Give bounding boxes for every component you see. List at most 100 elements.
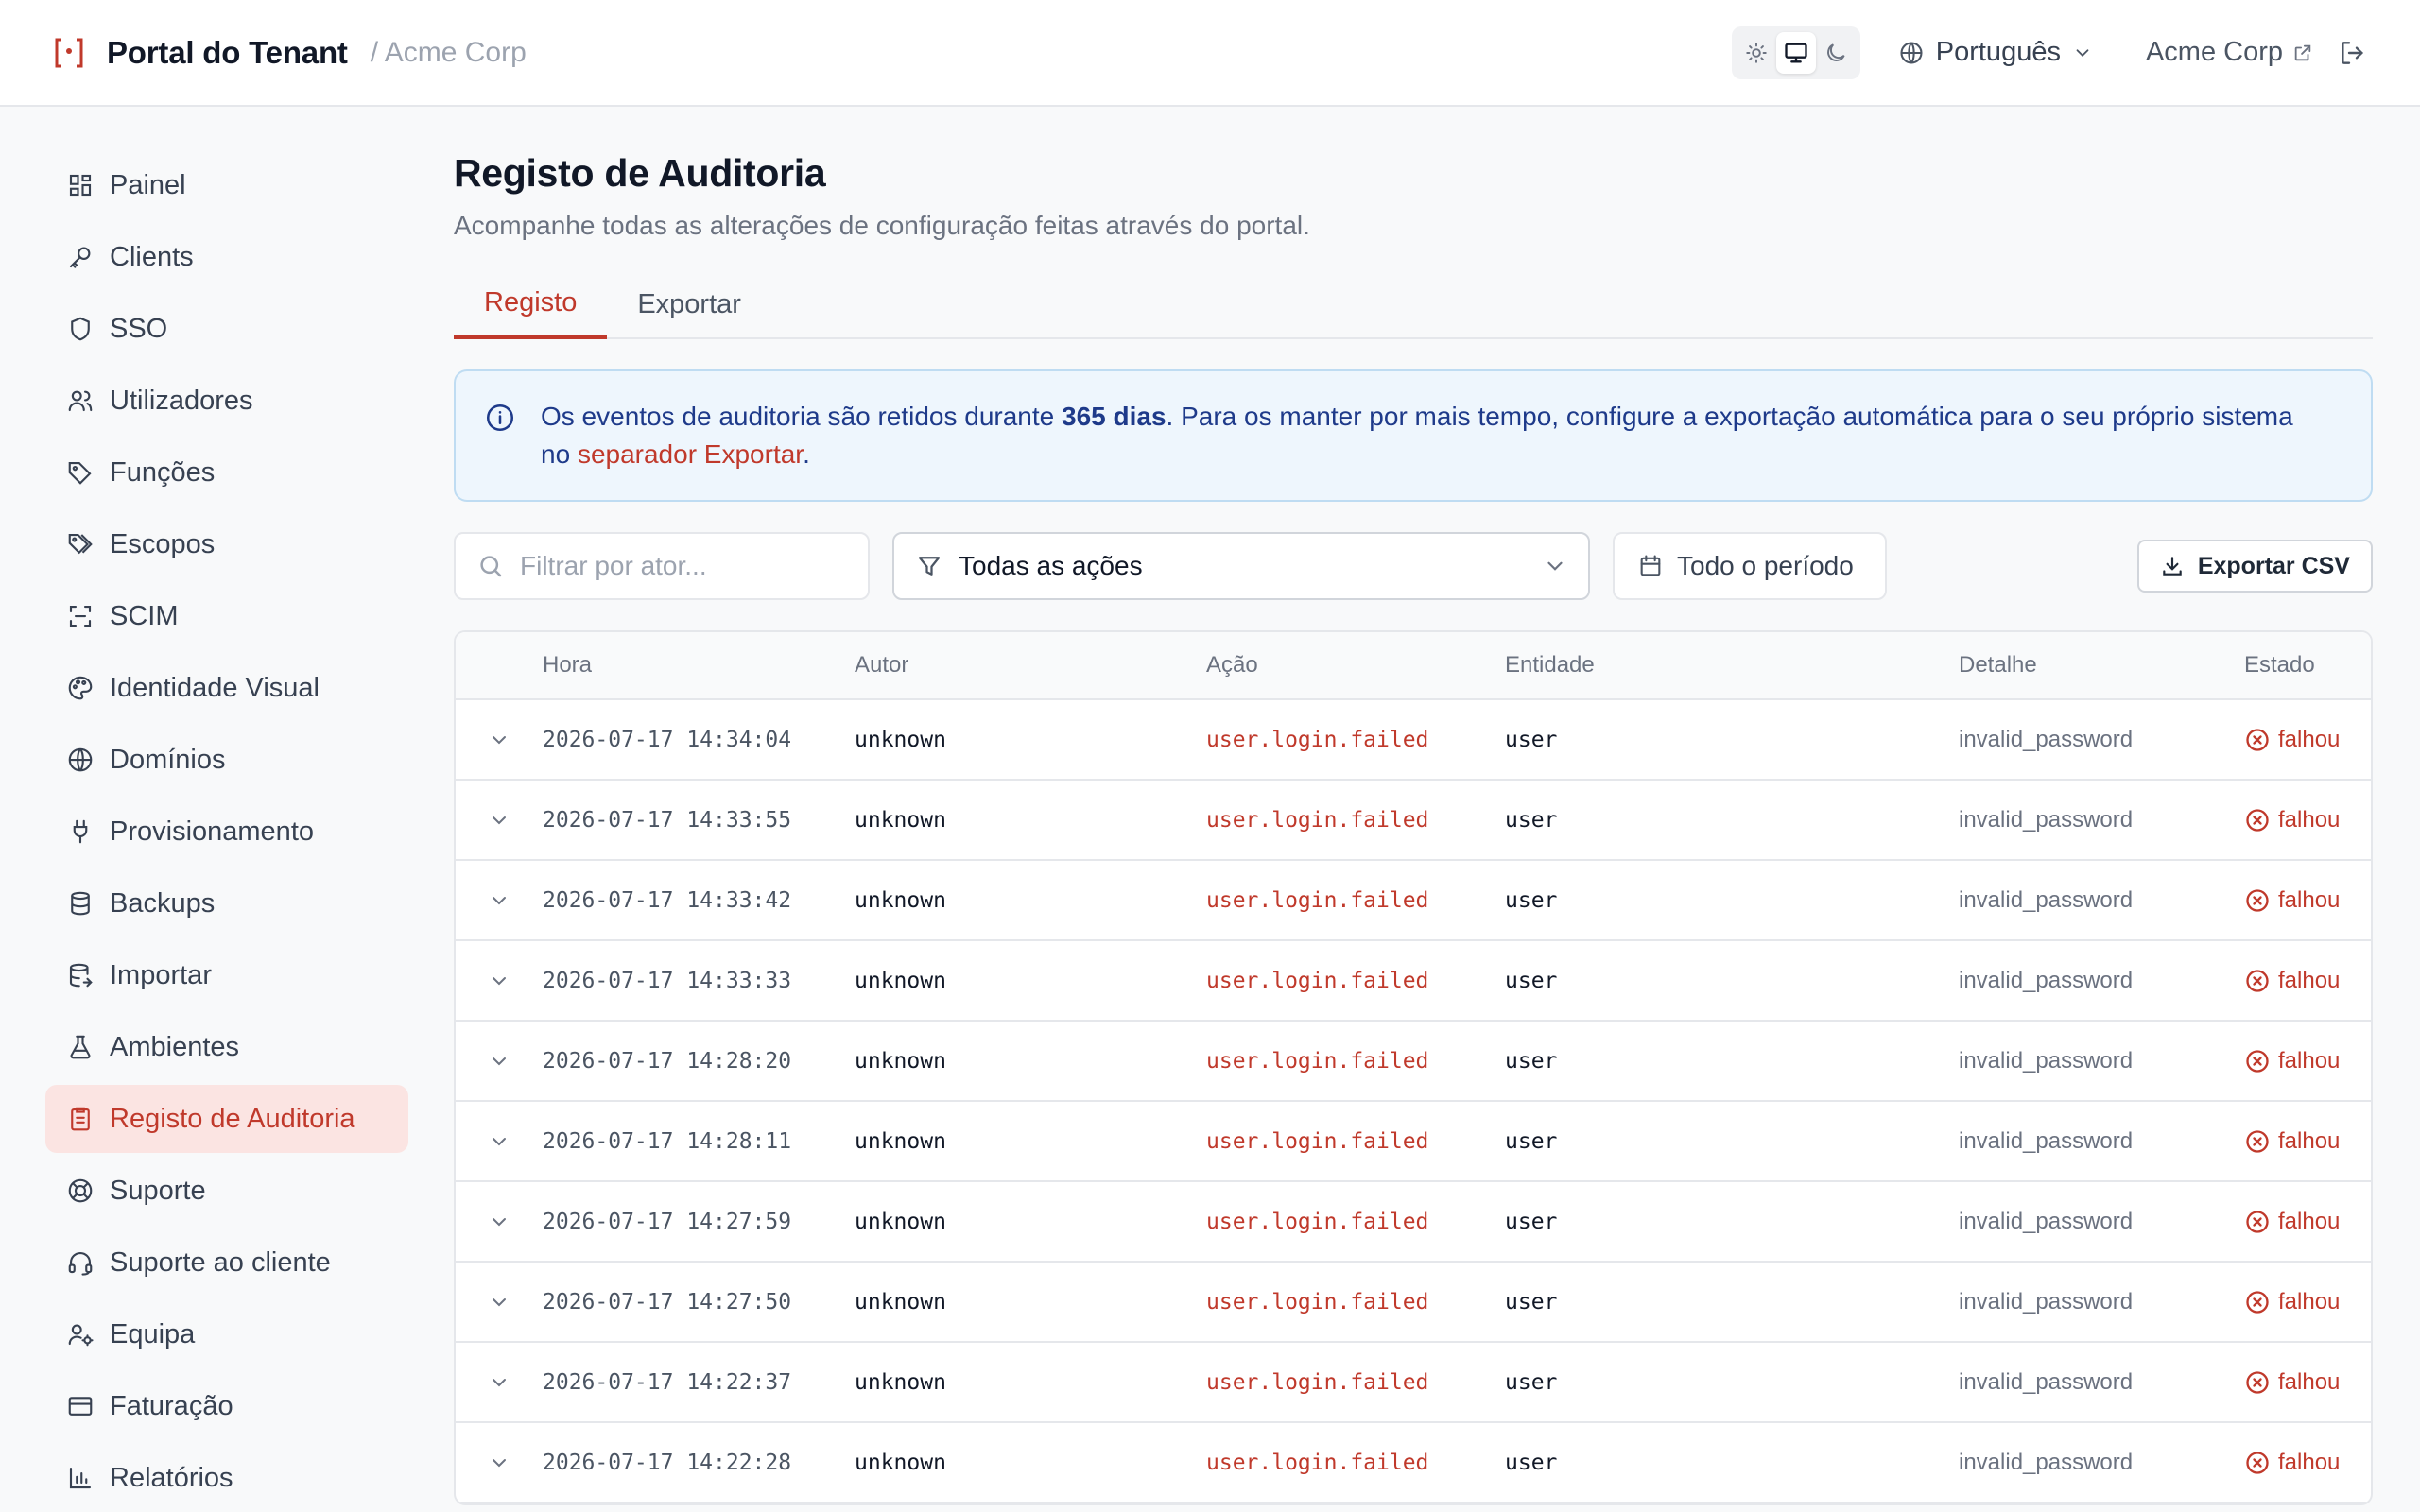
expand-row-button[interactable] — [456, 809, 543, 832]
expand-row-button[interactable] — [456, 970, 543, 992]
sidebar-item-painel[interactable]: Painel — [45, 151, 408, 219]
table-row[interactable]: 2026-07-17 14:28:20 unknown user.login.fai… — [456, 1022, 2371, 1102]
sidebar-item-suporte-cliente[interactable]: Suporte ao cliente — [45, 1228, 408, 1297]
x-circle-icon — [2246, 888, 2269, 912]
table-row[interactable]: 2026-07-17 14:28:11 unknown user.login.fai… — [456, 1102, 2371, 1182]
column-header-autor[interactable]: Autor — [855, 652, 1206, 679]
chevron-down-icon — [1547, 561, 1563, 571]
sidebar-item-scim[interactable]: SCIM — [45, 582, 408, 650]
theme-light-button[interactable] — [1737, 32, 1776, 74]
brand-title[interactable]: Portal do Tenant — [107, 35, 348, 71]
table-row[interactable]: 2026-07-17 14:34:04 unknown user.login.fai… — [456, 700, 2371, 781]
sidebar-item-funcoes[interactable]: Funções — [45, 438, 408, 507]
chevron-down-icon — [2076, 48, 2089, 57]
sidebar-item-label: Faturação — [110, 1390, 233, 1421]
status-label: falhou — [2278, 806, 2341, 833]
period-filter-button[interactable]: Todo o período — [1613, 532, 1887, 600]
table-row[interactable]: 2026-07-17 14:33:55 unknown user.login.fai… — [456, 781, 2371, 861]
cell-action: user.login.failed — [1206, 1450, 1429, 1475]
column-header-entidade[interactable]: Entidade — [1505, 652, 1959, 679]
column-header-acao[interactable]: Ação — [1206, 652, 1505, 679]
sidebar-item-sso[interactable]: SSO — [45, 295, 408, 363]
user-gear-icon — [68, 1324, 94, 1347]
table-row[interactable]: 2026-07-17 14:27:50 unknown user.login.fai… — [456, 1263, 2371, 1343]
cell-detail: invalid_password — [1959, 806, 2134, 833]
language-selector[interactable]: Português — [1898, 37, 2104, 68]
export-tab-link[interactable]: separador Exportar — [578, 439, 803, 469]
status-label: falhou — [2278, 1288, 2341, 1314]
sidebar-item-utilizadores[interactable]: Utilizadores — [45, 367, 408, 435]
database-import-icon — [69, 963, 93, 988]
x-circle-icon — [2246, 1370, 2269, 1394]
column-header-detalhe[interactable]: Detalhe — [1959, 652, 2244, 679]
chevron-down-icon — [493, 735, 506, 744]
status-badge: falhou — [2244, 1450, 2371, 1476]
status-badge: falhou — [2244, 1369, 2371, 1396]
logout-icon — [2342, 41, 2364, 64]
sidebar-item-label: Relatórios — [110, 1462, 233, 1493]
actor-search-input[interactable]: Filtrar por ator... — [454, 532, 870, 600]
cell-author: unknown — [855, 968, 946, 993]
page-subtitle: Acompanhe todas as alterações de configu… — [454, 211, 1310, 240]
cell-time: 2026-07-17 14:33:33 — [543, 968, 792, 993]
action-filter-select[interactable]: Todas as ações — [892, 532, 1590, 600]
sidebar-item-dominios[interactable]: Domínios — [45, 726, 408, 794]
cell-author: unknown — [855, 1048, 946, 1074]
x-circle-icon — [2246, 1451, 2269, 1474]
sidebar-item-label: Painel — [110, 169, 186, 200]
monitor-icon — [1785, 43, 1807, 63]
cell-action: user.login.failed — [1206, 1048, 1429, 1074]
sidebar-item-importar[interactable]: Importar — [45, 941, 408, 1009]
sidebar-item-provisionamento[interactable]: Provisionamento — [45, 798, 408, 866]
sidebar-item-suporte[interactable]: Suporte — [45, 1157, 408, 1225]
sidebar-item-faturacao[interactable]: Faturação — [45, 1372, 408, 1440]
column-header-hora[interactable]: Hora — [543, 652, 855, 679]
column-header-estado[interactable]: Estado — [2244, 652, 2371, 679]
expand-row-button[interactable] — [456, 1211, 543, 1233]
tab-exportar[interactable]: Exportar — [607, 269, 771, 339]
table-row[interactable]: 2026-07-17 14:27:59 unknown user.login.fai… — [456, 1182, 2371, 1263]
sidebar-item-label: Backups — [110, 887, 216, 919]
expand-row-button[interactable] — [456, 1452, 543, 1474]
table-row[interactable]: 2026-07-17 14:33:42 unknown user.login.fai… — [456, 861, 2371, 941]
expand-row-button[interactable] — [456, 1291, 543, 1314]
sidebar-item-registo-auditoria[interactable]: Registo de Auditoria — [45, 1085, 408, 1153]
expand-row-button[interactable] — [456, 1050, 543, 1073]
status-label: falhou — [2278, 1449, 2341, 1475]
table-row[interactable]: 2026-07-17 14:33:33 unknown user.login.fai… — [456, 941, 2371, 1022]
sidebar-item-clients[interactable]: Clients — [45, 223, 408, 291]
lifebuoy-icon — [68, 1178, 93, 1203]
table-row[interactable]: 2026-07-17 14:22:37 unknown user.login.fai… — [456, 1343, 2371, 1423]
tenant-external-link[interactable]: Acme Corp — [2146, 37, 2313, 68]
sidebar-item-backups[interactable]: Backups — [45, 869, 408, 937]
cell-detail: invalid_password — [1959, 967, 2134, 993]
filter-icon — [918, 557, 941, 576]
export-csv-button[interactable]: Exportar CSV — [2136, 540, 2373, 593]
expand-row-button[interactable] — [456, 1371, 543, 1394]
cell-entity: user — [1505, 1450, 1558, 1475]
x-circle-icon — [2246, 1210, 2269, 1233]
tab-registo[interactable]: Registo — [454, 269, 608, 339]
cell-detail: invalid_password — [1959, 1208, 2134, 1234]
plug-icon — [73, 819, 88, 844]
theme-switcher — [1731, 26, 1860, 79]
language-label: Português — [1935, 37, 2061, 67]
theme-system-button[interactable] — [1775, 31, 1816, 74]
period-filter-label: Todo o período — [1677, 551, 1854, 580]
sidebar-item-identidade-visual[interactable]: Identidade Visual — [45, 654, 408, 722]
sidebar-item-equipa[interactable]: Equipa — [45, 1300, 408, 1368]
expand-row-button[interactable] — [456, 729, 543, 751]
external-link-icon — [2294, 44, 2311, 60]
sidebar-item-ambientes[interactable]: Ambientes — [45, 1013, 408, 1081]
sidebar-item-label: Domínios — [110, 744, 226, 775]
table-row[interactable]: 2026-07-17 14:22:28 unknown user.login.fai… — [456, 1423, 2371, 1503]
cell-detail: invalid_password — [1959, 886, 2134, 913]
sidebar-item-relatorios[interactable]: Relatórios — [45, 1444, 408, 1512]
expand-row-button[interactable] — [456, 889, 543, 912]
theme-dark-button[interactable] — [1816, 32, 1856, 74]
cell-action: user.login.failed — [1206, 968, 1429, 993]
sidebar-item-escopos[interactable]: Escopos — [45, 510, 408, 578]
logout-button[interactable] — [2338, 38, 2368, 68]
expand-row-button[interactable] — [456, 1130, 543, 1153]
sidebar-item-label: Suporte ao cliente — [110, 1246, 331, 1278]
